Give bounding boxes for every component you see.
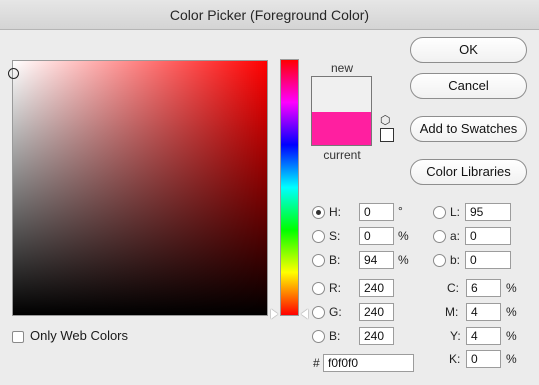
magenta-unit: % bbox=[506, 305, 517, 319]
yellow-unit: % bbox=[506, 329, 517, 343]
lab-a-field[interactable]: 0 bbox=[465, 227, 511, 245]
color-swatch bbox=[311, 76, 372, 146]
hex-label: # bbox=[313, 356, 320, 370]
cyan-unit: % bbox=[506, 281, 517, 295]
cyan-field[interactable]: 6 bbox=[466, 279, 501, 297]
green-radio[interactable] bbox=[312, 306, 325, 319]
saturation-field[interactable]: 0 bbox=[359, 227, 394, 245]
blue-field[interactable]: 240 bbox=[359, 327, 394, 345]
color-field[interactable] bbox=[12, 60, 268, 316]
magenta-label: M: bbox=[445, 305, 459, 319]
saturation-unit: % bbox=[398, 229, 409, 243]
only-web-colors-label[interactable]: Only Web Colors bbox=[30, 328, 128, 343]
hue-slider-left-handle[interactable] bbox=[271, 309, 278, 319]
hex-field[interactable]: f0f0f0 bbox=[323, 354, 414, 372]
hue-radio[interactable] bbox=[312, 206, 325, 219]
brightness-unit: % bbox=[398, 253, 409, 267]
lab-l-radio[interactable] bbox=[433, 206, 446, 219]
only-web-colors-checkbox[interactable] bbox=[12, 331, 24, 343]
ok-button[interactable]: OK bbox=[410, 37, 527, 63]
hue-field[interactable]: 0 bbox=[359, 203, 394, 221]
lab-b-label: b: bbox=[450, 253, 461, 267]
lab-b-field[interactable]: 0 bbox=[465, 251, 511, 269]
lab-a-label: a: bbox=[450, 229, 461, 243]
hue-slider[interactable] bbox=[280, 59, 299, 316]
black-unit: % bbox=[506, 352, 517, 366]
yellow-label: Y: bbox=[450, 329, 461, 343]
current-color-label: current bbox=[323, 148, 361, 162]
saturation-radio[interactable] bbox=[312, 230, 325, 243]
red-label: R: bbox=[329, 281, 341, 295]
magenta-field[interactable]: 4 bbox=[466, 303, 501, 321]
brightness-field[interactable]: 94 bbox=[359, 251, 394, 269]
black-field[interactable]: 0 bbox=[466, 350, 501, 368]
window-title: Color Picker (Foreground Color) bbox=[0, 0, 539, 30]
red-field[interactable]: 240 bbox=[359, 279, 394, 297]
hue-label: H: bbox=[329, 205, 341, 219]
add-to-swatches-button[interactable]: Add to Swatches bbox=[410, 116, 527, 142]
cyan-label: C: bbox=[447, 281, 459, 295]
lab-l-label: L: bbox=[450, 205, 461, 219]
lab-l-field[interactable]: 95 bbox=[465, 203, 511, 221]
black-label: K: bbox=[449, 352, 461, 366]
hue-unit: ° bbox=[398, 204, 403, 218]
brightness-label: B: bbox=[329, 253, 341, 267]
cube-icon[interactable]: ⬡ bbox=[380, 114, 390, 126]
color-field-cursor[interactable] bbox=[8, 68, 19, 79]
current-color-swatch[interactable] bbox=[312, 112, 371, 145]
cancel-button[interactable]: Cancel bbox=[410, 73, 527, 99]
saturation-label: S: bbox=[329, 229, 341, 243]
yellow-field[interactable]: 4 bbox=[466, 327, 501, 345]
web-safe-color-box[interactable] bbox=[380, 128, 394, 142]
brightness-radio[interactable] bbox=[312, 254, 325, 267]
green-field[interactable]: 240 bbox=[359, 303, 394, 321]
hue-slider-right-handle[interactable] bbox=[301, 309, 308, 319]
new-color-swatch bbox=[312, 77, 371, 112]
blue-radio[interactable] bbox=[312, 330, 325, 343]
new-color-label: new bbox=[330, 61, 353, 75]
lab-a-radio[interactable] bbox=[433, 230, 446, 243]
color-libraries-button[interactable]: Color Libraries bbox=[410, 159, 527, 185]
red-radio[interactable] bbox=[312, 282, 325, 295]
blue-label: B: bbox=[329, 329, 341, 343]
green-label: G: bbox=[329, 305, 342, 319]
lab-b-radio[interactable] bbox=[433, 254, 446, 267]
